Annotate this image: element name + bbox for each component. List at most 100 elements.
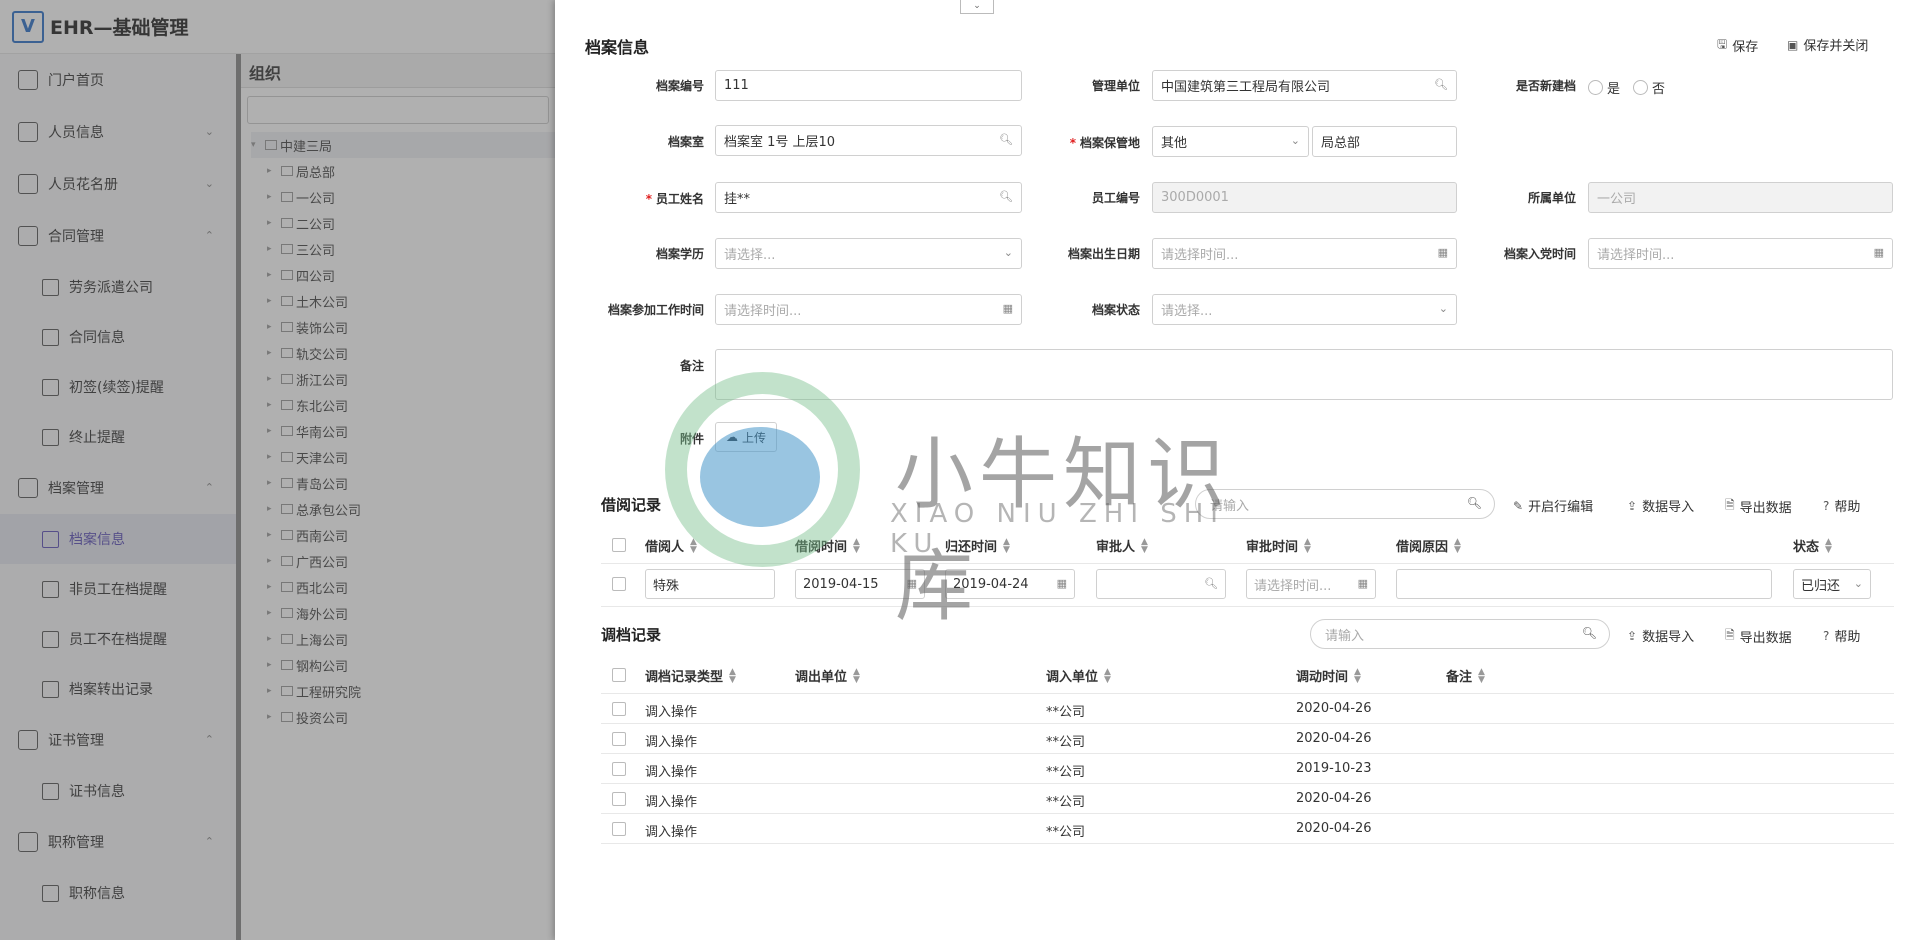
archive-room-input[interactable]: 档案室 1号 上层10 🔍︎ bbox=[715, 125, 1022, 156]
unit-input: 一公司 bbox=[1588, 182, 1893, 213]
transfer-section-title: 调档记录 bbox=[601, 626, 662, 644]
sort-icon: ▲ ▼ bbox=[1354, 666, 1361, 685]
transfer-col-header[interactable]: 调动时间 ▲ ▼ bbox=[1296, 666, 1361, 685]
borrower-input[interactable]: 特殊 bbox=[645, 569, 775, 599]
transfer-help-button[interactable]: ? 帮助 bbox=[1823, 626, 1860, 646]
label-attachment: 附件 bbox=[679, 432, 704, 446]
upload-button[interactable]: ☁ 上传 bbox=[715, 422, 778, 452]
chevron-down-icon: ⌄ bbox=[1290, 134, 1300, 147]
table-cell: 2020-04-26 bbox=[1296, 701, 1372, 716]
transfer-search-input[interactable]: 请输入 🔍︎ bbox=[1310, 619, 1610, 649]
edit-icon: ✎ bbox=[1513, 498, 1524, 513]
return-time-picker[interactable]: 2019-04-24 ▦ bbox=[945, 569, 1075, 599]
approve-time-picker[interactable]: 请选择时间... ▦ bbox=[1246, 569, 1376, 599]
transfer-import-button[interactable]: ⇪ 数据导入 bbox=[1627, 626, 1694, 646]
storage-place-select[interactable]: 其他 ⌄ bbox=[1152, 126, 1309, 157]
table-cell: 2020-04-26 bbox=[1296, 791, 1372, 806]
borrow-section-title: 借阅记录 bbox=[601, 496, 662, 514]
calendar-icon: ▦ bbox=[1056, 577, 1067, 590]
collapse-chevron-icon[interactable]: ⌄ bbox=[960, 0, 994, 14]
label-birth: 档案出生日期 bbox=[1067, 247, 1140, 261]
transfer-col-header[interactable]: 调档记录类型 ▲ ▼ bbox=[645, 666, 736, 685]
row-edit-button[interactable]: ✎ 开启行编辑 bbox=[1513, 496, 1593, 516]
table-cell: 调入操作 bbox=[645, 825, 698, 840]
label-emp-no: 员工编号 bbox=[1091, 191, 1140, 205]
label-mgmt-unit: 管理单位 bbox=[1091, 79, 1140, 93]
borrow-col-header[interactable]: 借阅原因 ▲ ▼ bbox=[1396, 536, 1461, 555]
row-checkbox[interactable] bbox=[612, 822, 626, 836]
label-archive-room: 档案室 bbox=[667, 135, 704, 149]
search-icon: 🔍︎ bbox=[1466, 496, 1482, 510]
table-cell: **公司 bbox=[1046, 825, 1086, 840]
search-icon: 🔍︎ bbox=[1434, 78, 1448, 91]
calendar-icon: ▦ bbox=[1437, 246, 1448, 259]
calendar-icon: ▦ bbox=[1357, 577, 1368, 590]
borrow-row-checkbox[interactable] bbox=[612, 577, 626, 591]
search-icon: 🔍︎ bbox=[999, 133, 1013, 146]
row-checkbox[interactable] bbox=[612, 762, 626, 776]
work-start-date-picker[interactable]: 请选择时间... ▦ bbox=[715, 294, 1022, 325]
borrow-status-select[interactable]: 已归还 ⌄ bbox=[1793, 569, 1871, 599]
transfer-col-header[interactable]: 备注 ▲ ▼ bbox=[1446, 666, 1485, 685]
archive-drawer: ⌄ 档案信息 🖫 保存 ▣ 保存并关闭 档案编号 111 管理单位 中国建筑第三工程… bbox=[555, 0, 1920, 940]
borrow-col-header[interactable]: 审批人 ▲ ▼ bbox=[1096, 536, 1148, 555]
birth-date-picker[interactable]: 请选择时间... ▦ bbox=[1152, 238, 1457, 269]
borrow-import-button[interactable]: ⇪ 数据导入 bbox=[1627, 496, 1694, 516]
remark-textarea[interactable] bbox=[715, 349, 1893, 400]
drawer-title: 档案信息 bbox=[585, 38, 650, 57]
row-checkbox[interactable] bbox=[612, 732, 626, 746]
transfer-col-header[interactable]: 调入单位 ▲ ▼ bbox=[1046, 666, 1111, 685]
education-select[interactable]: 请选择... ⌄ bbox=[715, 238, 1022, 269]
table-cell: 2020-04-26 bbox=[1296, 731, 1372, 746]
label-work-start: 档案参加工作时间 bbox=[607, 303, 704, 317]
borrow-col-header[interactable]: 状态 ▲ ▼ bbox=[1793, 536, 1832, 555]
label-emp-name: * 员工姓名 bbox=[645, 192, 704, 206]
borrow-search-input[interactable]: 请输入 🔍︎ bbox=[1195, 489, 1495, 519]
label-storage-place: * 档案保管地 bbox=[1069, 136, 1140, 150]
borrow-col-header[interactable]: 归还时间 ▲ ▼ bbox=[945, 536, 1010, 555]
borrow-export-button[interactable]: 🗎 导出数据 bbox=[1725, 496, 1792, 517]
transfer-export-button[interactable]: 🗎 导出数据 bbox=[1725, 626, 1792, 647]
save-button[interactable]: 🖫 保存 bbox=[1717, 35, 1758, 56]
chevron-down-icon: ⌄ bbox=[1853, 577, 1863, 590]
transfer-select-all-checkbox[interactable] bbox=[612, 668, 626, 682]
borrow-reason-input[interactable] bbox=[1396, 569, 1772, 599]
file-no-input[interactable]: 111 bbox=[715, 70, 1022, 101]
calendar-icon: ▦ bbox=[906, 577, 917, 590]
sort-icon: ▲ ▼ bbox=[1478, 666, 1485, 685]
sort-icon: ▲ ▼ bbox=[1825, 536, 1832, 555]
status-select[interactable]: 请选择... ⌄ bbox=[1152, 294, 1457, 325]
table-cell: **公司 bbox=[1046, 795, 1086, 810]
row-checkbox[interactable] bbox=[612, 792, 626, 806]
mgmt-unit-input[interactable]: 中国建筑第三工程局有限公司 🔍︎ bbox=[1152, 70, 1457, 101]
table-cell: 调入操作 bbox=[645, 735, 698, 750]
party-date-picker[interactable]: 请选择时间... ▦ bbox=[1588, 238, 1893, 269]
label-education: 档案学历 bbox=[655, 247, 704, 261]
import-icon: ⇪ bbox=[1627, 628, 1638, 643]
modal-overlay[interactable] bbox=[0, 0, 555, 940]
export-icon: 🗎 bbox=[1725, 628, 1735, 642]
radio-no[interactable]: 否 bbox=[1633, 78, 1665, 97]
sort-icon: ▲ ▼ bbox=[1104, 666, 1111, 685]
borrow-col-header[interactable]: 审批时间 ▲ ▼ bbox=[1246, 536, 1311, 555]
sort-icon: ▲ ▼ bbox=[690, 536, 697, 555]
sort-icon: ▲ ▼ bbox=[1003, 536, 1010, 555]
transfer-col-header[interactable]: 调出单位 ▲ ▼ bbox=[795, 666, 860, 685]
approver-input[interactable]: 🔍︎ bbox=[1096, 569, 1226, 599]
borrow-col-header[interactable]: 借阅时间 ▲ ▼ bbox=[795, 536, 860, 555]
save-close-button[interactable]: ▣ 保存并关闭 bbox=[1787, 35, 1868, 55]
chevron-down-icon: ⌄ bbox=[1003, 246, 1013, 259]
radio-yes[interactable]: 是 bbox=[1588, 78, 1620, 97]
emp-name-input[interactable]: 挂** 🔍︎ bbox=[715, 182, 1022, 213]
borrow-col-header[interactable]: 借阅人 ▲ ▼ bbox=[645, 536, 697, 555]
borrow-time-picker[interactable]: 2019-04-15 ▦ bbox=[795, 569, 925, 599]
storage-place-input[interactable]: 局总部 bbox=[1312, 126, 1457, 157]
chevron-down-icon: ⌄ bbox=[1438, 302, 1448, 315]
row-checkbox[interactable] bbox=[612, 702, 626, 716]
calendar-icon: ▦ bbox=[1873, 246, 1884, 259]
borrow-help-button[interactable]: ? 帮助 bbox=[1823, 496, 1860, 516]
label-file-no: 档案编号 bbox=[655, 79, 704, 93]
help-icon: ? bbox=[1823, 628, 1830, 643]
borrow-select-all-checkbox[interactable] bbox=[612, 538, 626, 552]
app-root: V EHR—基础管理 门户首页 人员信息 ⌄ 人员花名册 ⌄ 合同管理 ⌃ 劳务派遣公司 合同信… bbox=[0, 0, 1920, 940]
